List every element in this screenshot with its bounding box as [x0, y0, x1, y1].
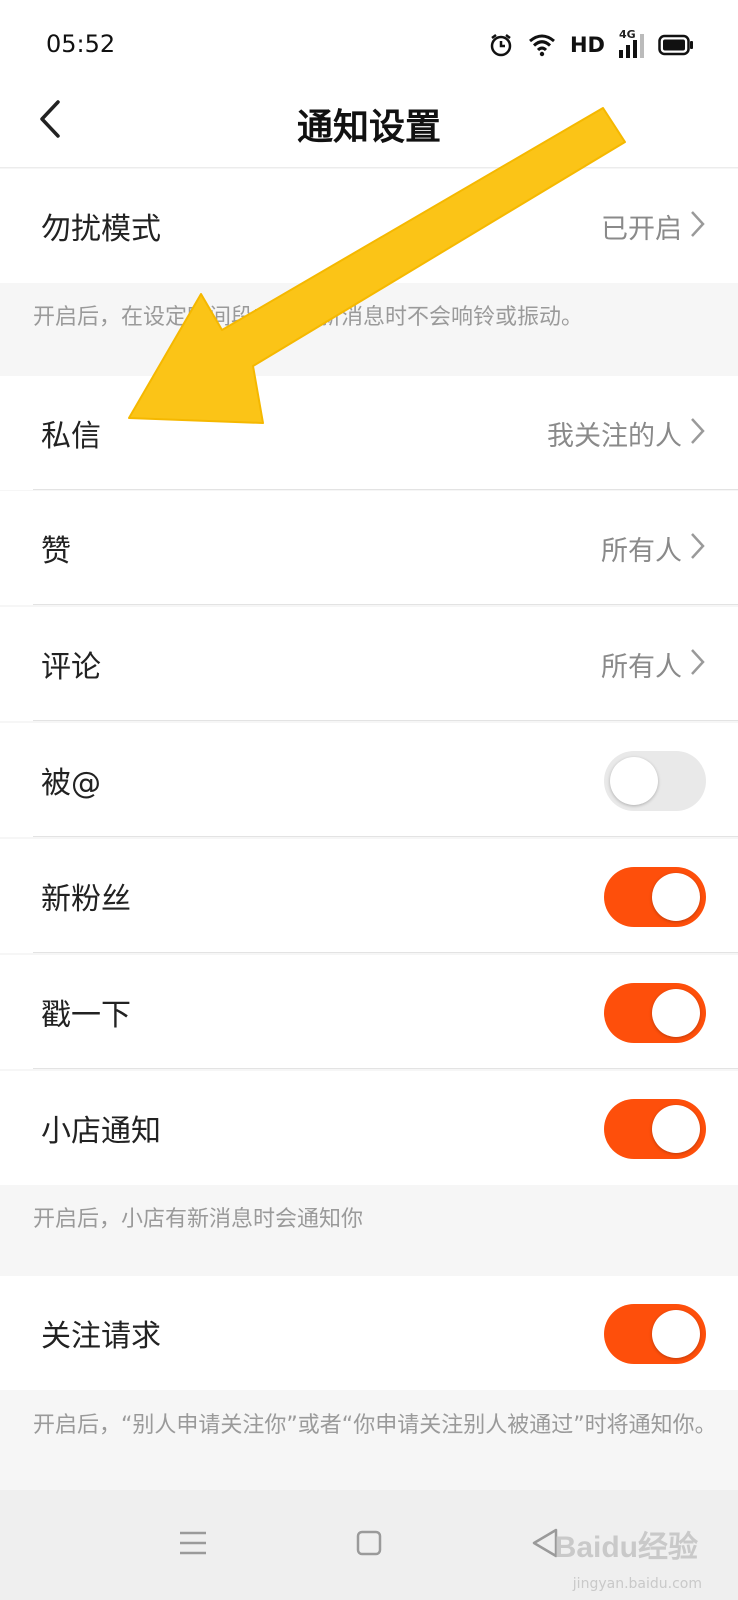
toggle-knob — [652, 989, 700, 1037]
home-button[interactable] — [344, 1520, 394, 1570]
status-bar: 05:52 HD 4G — [0, 0, 738, 86]
divider — [33, 836, 738, 837]
private-message-label: 私信 — [41, 419, 101, 454]
new-fans-toggle[interactable] — [604, 867, 706, 927]
alarm-icon — [488, 32, 514, 58]
follow-request-label: 关注请求 — [41, 1319, 161, 1354]
follow-note: 开启后，“别人申请关注你”或者“你申请关注别人被通过”时将通知你。 — [33, 1413, 717, 1438]
shop-notification-toggle[interactable] — [604, 1099, 706, 1159]
divider — [33, 952, 738, 953]
mentions-row: 被@ — [0, 723, 738, 837]
status-icons: HD 4G — [488, 28, 694, 60]
private-message-value: 我关注的人 — [547, 420, 682, 452]
menu-icon — [178, 1529, 208, 1561]
system-navigation-bar: Baidu经验 jingyan.baidu.com — [0, 1490, 738, 1600]
chevron-right-icon — [688, 647, 706, 681]
likes-row[interactable]: 赞 所有人 — [0, 491, 738, 605]
signal-4g-icon: 4G — [619, 28, 644, 58]
comments-row[interactable]: 评论 所有人 — [0, 607, 738, 721]
dnd-label: 勿扰模式 — [41, 212, 161, 247]
dnd-value-wrap: 已开启 — [601, 169, 706, 283]
follow-request-toggle[interactable] — [604, 1304, 706, 1364]
page-title: 通知设置 — [296, 107, 441, 148]
battery-icon — [658, 34, 694, 56]
follow-request-row: 关注请求 — [0, 1276, 738, 1390]
chevron-right-icon — [688, 209, 706, 243]
toggle-knob — [610, 757, 658, 805]
chevron-right-icon — [688, 531, 706, 565]
poke-label: 戳一下 — [41, 998, 131, 1033]
poke-row: 戳一下 — [0, 955, 738, 1069]
wifi-icon — [528, 33, 556, 57]
toggle-knob — [652, 1310, 700, 1358]
private-message-value-wrap: 我关注的人 — [547, 376, 706, 490]
menu-button[interactable] — [168, 1520, 218, 1570]
mentions-label: 被@ — [41, 766, 101, 801]
comments-value: 所有人 — [601, 651, 682, 683]
likes-value-wrap: 所有人 — [601, 491, 706, 605]
divider — [33, 489, 738, 490]
dnd-note: 开启后，在设定时间段内收到新消息时不会响铃或振动。 — [33, 305, 584, 330]
status-time: 05:52 — [46, 30, 116, 58]
toggle-knob — [652, 873, 700, 921]
new-fans-row: 新粉丝 — [0, 839, 738, 953]
network-label: 4G — [619, 28, 636, 41]
poke-toggle[interactable] — [604, 983, 706, 1043]
chevron-right-icon — [688, 416, 706, 450]
shop-notification-label: 小店通知 — [41, 1114, 161, 1149]
home-square-icon — [355, 1529, 383, 1561]
toggle-knob — [652, 1105, 700, 1153]
private-message-row[interactable]: 私信 我关注的人 — [0, 376, 738, 490]
watermark-text: Baidu经验 — [554, 1531, 698, 1564]
likes-label: 赞 — [41, 534, 71, 569]
likes-value: 所有人 — [601, 535, 682, 567]
comments-value-wrap: 所有人 — [601, 607, 706, 721]
navigation-header: 通知设置 — [0, 86, 738, 168]
comments-label: 评论 — [41, 650, 101, 685]
shop-note: 开启后，小店有新消息时会通知你 — [33, 1207, 364, 1232]
new-fans-label: 新粉丝 — [41, 882, 131, 917]
divider — [33, 1068, 738, 1069]
dnd-row[interactable]: 勿扰模式 已开启 — [0, 169, 738, 283]
dnd-value: 已开启 — [601, 213, 682, 245]
mentions-toggle[interactable] — [604, 751, 706, 811]
watermark-sub: jingyan.baidu.com — [572, 1576, 702, 1592]
hd-badge: HD — [569, 33, 605, 57]
divider — [33, 604, 738, 605]
divider — [33, 720, 738, 721]
shop-notification-row: 小店通知 — [0, 1071, 738, 1185]
